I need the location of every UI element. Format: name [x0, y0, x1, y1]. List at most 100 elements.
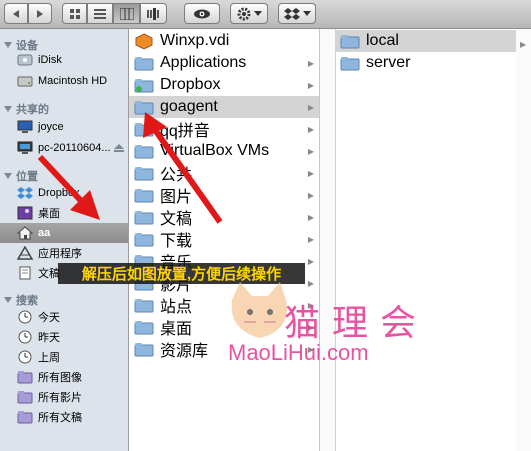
sidebar-section-search[interactable]: 搜索 — [4, 292, 38, 308]
clock-icon — [18, 310, 32, 324]
smart-folder-icon — [17, 371, 33, 384]
icon-view-button[interactable] — [62, 3, 87, 24]
chevron-right-icon: ▶ — [307, 124, 314, 134]
chevron-right-icon: ▶ — [307, 102, 314, 112]
folder-icon — [340, 35, 360, 49]
dropbox-folder-icon — [134, 79, 154, 93]
sidebar-item-home[interactable]: aa — [0, 223, 128, 243]
sidebar-item-today[interactable]: 今天 — [0, 307, 128, 327]
virtualbox-disk-icon — [135, 33, 153, 49]
pc-monitor-icon — [17, 141, 33, 154]
sites-folder-icon — [134, 299, 154, 313]
chevron-right-icon: ▶ — [307, 278, 314, 288]
column-home: Winxp.vdi Applications ▶ Dropbox ▶ goagent… — [129, 29, 320, 451]
list-view-button[interactable] — [87, 3, 113, 24]
smart-folder-icon — [17, 391, 33, 404]
eye-icon — [194, 9, 210, 18]
chevron-down-icon — [302, 10, 311, 16]
column-scroll-area[interactable]: ▶ — [516, 29, 531, 451]
chevron-right-icon: ▶ — [307, 212, 314, 222]
column-view-button[interactable] — [113, 3, 140, 24]
action-button[interactable] — [230, 3, 268, 24]
column-view-icon — [119, 7, 134, 20]
folder-icon — [340, 57, 360, 71]
desktop-icon — [17, 206, 33, 220]
sidebar-section-places[interactable]: 位置 — [4, 168, 38, 184]
chevron-right-icon: ▶ — [307, 168, 314, 178]
sidebar-item-pc[interactable]: pc-20110604... — [0, 138, 128, 158]
folder-icon — [134, 123, 154, 137]
smart-folder-icon — [17, 411, 33, 424]
folder-item-server[interactable]: server — [335, 52, 516, 74]
computer-icon — [17, 120, 33, 133]
desktop-folder-icon — [134, 321, 154, 335]
pictures-folder-icon — [134, 189, 154, 203]
sidebar-item-applications[interactable]: 应用程序 — [0, 243, 128, 263]
folder-item-public[interactable]: 公共 ▶ — [129, 162, 319, 184]
sidebar: 设备 iDisk Macintosh HD 共享的 joyce pc-20110… — [0, 29, 129, 451]
sidebar-item-yesterday[interactable]: 昨天 — [0, 327, 128, 347]
watermark-english: MaoLiHui.com — [228, 340, 369, 365]
chevron-right-icon: ▶ — [307, 256, 314, 266]
chevron-right-icon: ▶ — [307, 58, 314, 68]
column-scroll-area[interactable] — [320, 29, 336, 451]
folder-icon — [134, 145, 154, 159]
forward-arrow-icon — [37, 9, 43, 18]
instruction-banner: 解压后如图放置,方便后续操作 — [58, 263, 305, 284]
sidebar-item-all-movies[interactable]: 所有影片 — [0, 387, 128, 407]
folder-item-applications[interactable]: Applications ▶ — [129, 52, 319, 74]
folder-item-pictures[interactable]: 图片 ▶ — [129, 184, 319, 206]
applications-icon — [17, 246, 33, 260]
column-goagent: local server — [335, 29, 516, 451]
chevron-right-icon: ▶ — [520, 40, 527, 49]
idisk-icon — [17, 54, 33, 66]
dropbox-button[interactable] — [278, 3, 316, 24]
coverflow-view-button[interactable] — [140, 3, 167, 24]
folder-icon — [134, 57, 154, 71]
sidebar-item-dropbox[interactable]: Dropbox — [0, 183, 128, 203]
folder-item-qq-pinyin[interactable]: qq拼音 ▶ — [129, 118, 319, 140]
watermark-chinese: 猫理会 — [284, 302, 429, 343]
quicklook-button[interactable] — [184, 3, 220, 24]
chevron-right-icon: ▶ — [307, 146, 314, 156]
folder-item-virtualbox-vms[interactable]: VirtualBox VMs ▶ — [129, 140, 319, 162]
folder-item-documents[interactable]: 文稿 ▶ — [129, 206, 319, 228]
sidebar-item-idisk[interactable]: iDisk — [0, 50, 128, 70]
folder-item-goagent[interactable]: goagent ▶ — [129, 96, 319, 118]
library-folder-icon — [134, 343, 154, 357]
downloads-folder-icon — [134, 233, 154, 247]
sidebar-item-last-week[interactable]: 上周 — [0, 347, 128, 367]
sidebar-item-desktop[interactable]: 桌面 — [0, 203, 128, 223]
folder-icon — [134, 101, 154, 115]
eject-icon[interactable] — [114, 143, 124, 153]
folder-item-dropbox[interactable]: Dropbox ▶ — [129, 74, 319, 96]
forward-button[interactable] — [28, 3, 52, 24]
clock-icon — [18, 330, 32, 344]
home-icon — [17, 226, 33, 240]
back-button[interactable] — [4, 3, 28, 24]
sidebar-item-joyce[interactable]: joyce — [0, 117, 128, 137]
folder-item-local[interactable]: local — [335, 30, 516, 52]
chevron-down-icon — [253, 10, 262, 16]
finder-toolbar — [0, 0, 531, 29]
chevron-right-icon: ▶ — [307, 234, 314, 244]
sidebar-item-macintosh-hd[interactable]: Macintosh HD — [0, 71, 128, 91]
documents-folder-icon — [134, 211, 154, 225]
back-arrow-icon — [13, 9, 19, 18]
sidebar-item-all-documents[interactable]: 所有文稿 — [0, 407, 128, 427]
list-view-icon — [94, 8, 106, 19]
dropbox-icon — [17, 187, 33, 199]
hard-drive-icon — [17, 76, 33, 87]
document-icon — [19, 266, 31, 280]
chevron-right-icon: ▶ — [307, 80, 314, 90]
file-item-winxp-vdi[interactable]: Winxp.vdi — [129, 30, 319, 52]
coverflow-view-icon — [146, 7, 159, 20]
dropbox-icon — [283, 7, 300, 20]
icon-view-icon — [69, 8, 80, 19]
folder-item-downloads[interactable]: 下载 ▶ — [129, 228, 319, 250]
gear-icon — [237, 7, 250, 20]
clock-icon — [18, 350, 32, 364]
sidebar-section-shared[interactable]: 共享的 — [4, 101, 49, 117]
sidebar-item-all-images[interactable]: 所有图像 — [0, 367, 128, 387]
public-folder-icon — [134, 167, 154, 181]
